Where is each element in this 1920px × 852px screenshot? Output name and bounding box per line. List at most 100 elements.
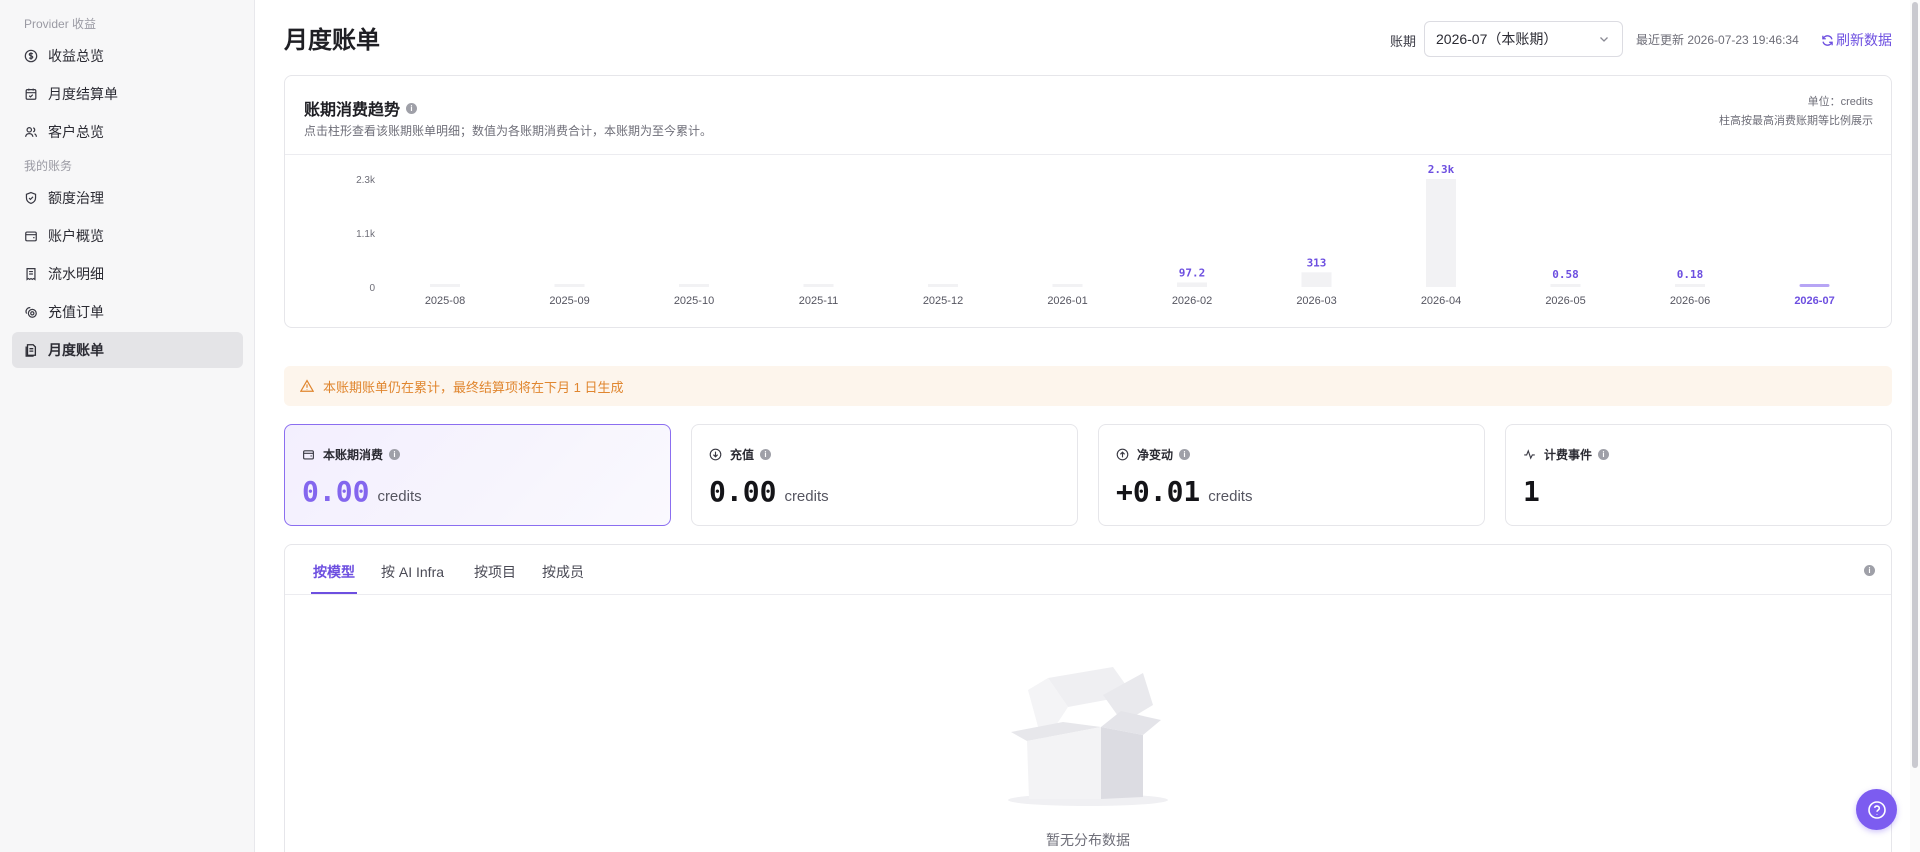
sidebar-item-label: 充值订单	[48, 304, 104, 320]
refresh-button[interactable]: 刷新数据	[1821, 30, 1892, 50]
sidebar-group-my-billing-label: 我的账务	[24, 159, 73, 173]
stat-card-net-change[interactable]: 净变动 i +0.01 credits	[1098, 424, 1485, 526]
bill-icon	[24, 343, 38, 357]
sidebar-item-transactions[interactable]: 流水明细	[12, 256, 243, 292]
last-updated-text: 最近更新 2026-07-23 19:46:34	[1636, 33, 1799, 47]
sidebar-item-monthly-bill[interactable]: 月度账单	[12, 332, 243, 368]
y-tick-label: 1.1k	[356, 229, 376, 240]
info-icon[interactable]: i	[1864, 565, 1875, 576]
stat-label: 计费事件 i	[1523, 446, 1610, 463]
stat-card-period-spend[interactable]: 本账期消费 i 0.00 credits	[284, 424, 671, 526]
bar-data-label: 97.2	[1179, 266, 1206, 279]
info-icon[interactable]: i	[389, 449, 401, 460]
upload-circle-icon	[1116, 448, 1129, 461]
chevron-down-icon	[1600, 37, 1608, 42]
stat-label: 净变动 i	[1116, 446, 1191, 463]
sidebar-item-label: 流水明细	[48, 266, 104, 282]
accumulating-warning-banner: 本账期账单仍在累计，最终结算项将在下月 1 日生成	[284, 366, 1892, 406]
stat-number: +0.01	[1116, 475, 1201, 508]
activity-icon	[1524, 449, 1535, 460]
empty-box-illustration	[1008, 667, 1168, 806]
chart-bar[interactable]	[554, 284, 585, 287]
chart-bar[interactable]	[1426, 179, 1456, 287]
tab-by-ai-infra[interactable]: 按 AI Infra	[381, 562, 444, 582]
page-title: 月度账单	[284, 27, 380, 54]
stat-label-text: 充值	[730, 448, 755, 462]
calendar-check-icon	[24, 87, 38, 101]
x-tick-label[interactable]: 2026-06	[1670, 295, 1710, 307]
chart-bar[interactable]	[679, 284, 709, 287]
stat-unit: credits	[377, 488, 422, 505]
info-icon[interactable]: i	[1179, 449, 1191, 460]
tab-by-member[interactable]: 按成员	[542, 562, 584, 582]
x-tick-label[interactable]: 2026-04	[1421, 295, 1461, 307]
page-scrollbar[interactable]	[1910, 0, 1920, 852]
trend-title: 账期消费趋势 i	[304, 96, 418, 120]
sidebar-item-monthly-settlement[interactable]: 月度结算单	[12, 76, 243, 112]
info-icon[interactable]: i	[1598, 449, 1610, 460]
x-tick-label[interactable]: 2026-01	[1047, 295, 1087, 307]
trend-chart: 0 1.1k 2.3k 2025-08 2025-09 2025-10 2025-11 202…	[356, 163, 1835, 307]
chart-bar[interactable]	[1799, 284, 1830, 287]
bar-data-label: 0.58	[1552, 268, 1579, 281]
x-tick-label[interactable]: 2026-05	[1545, 295, 1585, 307]
trend-note: 柱高按最高消费账期等比例展示	[1719, 115, 1873, 127]
sidebar-item-label: 月度账单	[48, 342, 104, 358]
chart-bar[interactable]	[1301, 272, 1332, 287]
x-tick-label[interactable]: 2025-08	[425, 295, 465, 307]
x-tick-label[interactable]: 2025-10	[674, 295, 714, 307]
stat-value: 1	[1523, 475, 1548, 508]
banner-text: 本账期账单仍在累计，最终结算项将在下月 1 日生成	[323, 379, 624, 395]
refresh-icon	[1822, 34, 1833, 46]
period-label: 账期	[1390, 34, 1417, 49]
chart-bar[interactable]	[1052, 284, 1083, 287]
chart-bar[interactable]	[928, 284, 958, 287]
tab-by-model[interactable]: 按模型	[313, 562, 355, 582]
stat-value: 0.00 credits	[302, 475, 422, 508]
sidebar-item-label: 收益总览	[48, 48, 104, 64]
stat-card-recharge[interactable]: 充值 i 0.00 credits	[691, 424, 1078, 526]
sidebar-group-provider-label: Provider 收益	[24, 17, 97, 31]
dollar-circle-icon	[24, 49, 38, 63]
sidebar-item-revenue-overview[interactable]: 收益总览	[12, 38, 243, 74]
wallet-icon	[303, 450, 314, 460]
period-select-value: 2026-07（本账期）	[1436, 31, 1558, 47]
scrollbar-thumb[interactable]	[1912, 2, 1918, 768]
tabs-bar: 按模型 按 AI Infra 按项目 按成员 i	[285, 545, 1891, 595]
chart-bar[interactable]	[1675, 284, 1705, 287]
chart-bar[interactable]	[803, 284, 834, 287]
sidebar-item-account-overview[interactable]: 账户概览	[12, 218, 243, 254]
sidebar-item-quota-governance[interactable]: 额度治理	[12, 180, 243, 216]
chart-bar[interactable]	[1177, 282, 1207, 287]
bar-data-label: 313	[1307, 256, 1327, 269]
x-tick-label[interactable]: 2026-02	[1172, 295, 1212, 307]
x-tick-label[interactable]: 2026-07	[1794, 295, 1834, 307]
tab-by-project[interactable]: 按项目	[474, 562, 516, 582]
chart-bar[interactable]	[430, 284, 460, 287]
sidebar-item-label: 额度治理	[48, 190, 104, 206]
period-select[interactable]: 2026-07（本账期）	[1424, 21, 1623, 57]
stat-label: 充值 i	[709, 446, 772, 463]
info-icon[interactable]: i	[760, 449, 772, 460]
trend-description: 点击柱形查看该账期账单明细；数值为各账期消费合计，本账期为至今累计。	[304, 124, 713, 138]
x-tick-label[interactable]: 2025-09	[549, 295, 589, 307]
chart-bar[interactable]	[1550, 284, 1581, 287]
help-button[interactable]	[1856, 789, 1897, 830]
x-tick-label[interactable]: 2026-03	[1296, 295, 1336, 307]
y-tick-label: 0	[369, 283, 375, 294]
sidebar-item-recharge-orders[interactable]: 充值订单	[12, 294, 243, 330]
sidebar-item-label: 客户总览	[48, 124, 104, 140]
x-tick-label[interactable]: 2025-11	[799, 295, 839, 307]
stat-label-text: 本账期消费	[323, 448, 384, 462]
bar-data-label: 0.18	[1677, 268, 1704, 281]
info-icon[interactable]: i	[406, 102, 418, 114]
sidebar-item-customer-overview[interactable]: 客户总览	[12, 114, 243, 150]
stat-number: 0.00	[302, 475, 370, 508]
x-tick-label[interactable]: 2025-12	[923, 295, 963, 307]
stat-card-billing-events[interactable]: 计费事件 i 1	[1505, 424, 1892, 526]
refresh-label: 刷新数据	[1836, 32, 1892, 48]
stat-unit: credits	[784, 488, 829, 505]
sidebar-item-label: 月度结算单	[48, 86, 118, 102]
wallet-icon	[24, 229, 38, 243]
shield-icon	[24, 191, 38, 205]
